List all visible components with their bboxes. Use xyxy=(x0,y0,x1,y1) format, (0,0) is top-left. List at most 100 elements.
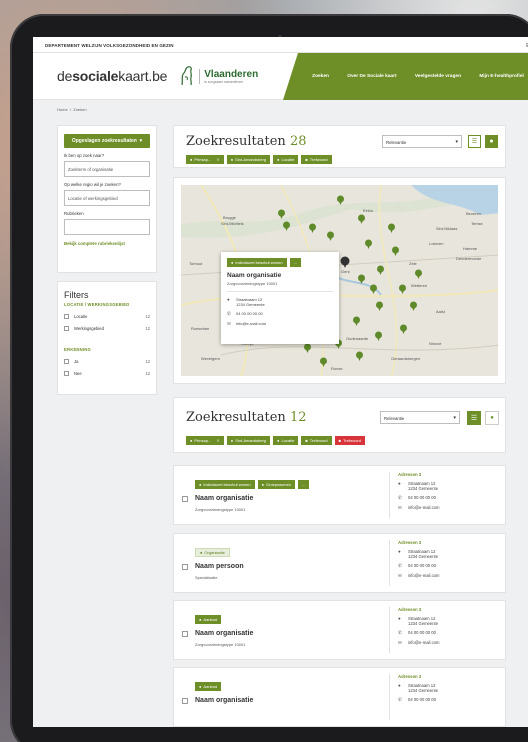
result-checkbox[interactable] xyxy=(182,564,188,570)
site-logo[interactable]: desocialekaart.be xyxy=(57,68,167,84)
phone[interactable]: ✆ 04 00 00 00 00 xyxy=(398,563,439,569)
filter-option[interactable]: Werkingsgebied 12 xyxy=(64,326,150,331)
svg-text:Wetteren: Wetteren xyxy=(411,283,427,288)
filter-tag[interactable]: ■ Trefwoord xyxy=(334,436,365,445)
address-heading[interactable]: Adressen 3 xyxy=(398,472,439,477)
filter-tag[interactable]: ● Prinsap... ✕ xyxy=(186,436,224,445)
filter-tag[interactable]: ■ Trefwoord xyxy=(301,436,332,445)
more-badge[interactable]: ... xyxy=(289,258,301,267)
map-view-button[interactable]: ● xyxy=(485,411,499,425)
pin-icon: ● xyxy=(277,157,280,162)
close-icon[interactable]: ✕ xyxy=(216,438,219,443)
phone-value: 04 00 00 00 00 xyxy=(408,697,436,702)
badge: ● Individueel beschut wonen xyxy=(227,258,287,267)
email[interactable]: ✉ info@e-mail.com xyxy=(398,640,439,646)
phone[interactable]: ✆ 04 00 00 00 00 xyxy=(398,630,439,636)
rubrieken-link[interactable]: Bekijk complete rubriekenlijst xyxy=(64,241,150,246)
filter-option[interactable]: Ja 12 xyxy=(64,359,150,364)
address-heading[interactable]: Adressen 3 xyxy=(398,674,438,679)
filter-tag-label: Trefwoord xyxy=(309,157,328,162)
checkbox[interactable] xyxy=(64,371,69,376)
filter-tag[interactable]: ● Locatie xyxy=(273,436,299,445)
more-badge[interactable]: ... xyxy=(297,480,310,489)
vlaanderen-logo[interactable]: Vlaanderen is zorgzaam samenleven xyxy=(179,65,258,87)
sort-value: Relevantie xyxy=(384,416,405,421)
filter-tag[interactable]: ● Locatie xyxy=(273,155,299,164)
location-icon: ● xyxy=(398,481,401,486)
popup-type: Zorgvoorzieningstype 10001 xyxy=(227,281,278,286)
sort-value: Relevantie xyxy=(386,140,407,145)
pin-icon: ● xyxy=(277,438,280,443)
phone[interactable]: ✆ 04 00 00 00 00 xyxy=(398,697,438,703)
filter-tag-label: Locatie xyxy=(281,438,295,443)
result-name[interactable]: Naam persoon xyxy=(195,563,244,570)
search-term-input[interactable]: Zoekterm of organisatie xyxy=(64,161,150,177)
nav-item-over[interactable]: Over De Sociale kaart xyxy=(347,74,396,79)
region-label: Op welke regio wil je zoeken? xyxy=(64,182,121,187)
pin-icon: ● xyxy=(230,157,234,162)
email[interactable]: ✉ info@e-mail.com xyxy=(398,573,439,579)
result-name[interactable]: Naam organisatie xyxy=(195,630,253,637)
svg-text:Lokeren: Lokeren xyxy=(429,241,443,246)
nav-item-profile[interactable]: Mijn E-healthprofiel xyxy=(479,74,524,79)
filter-option[interactable]: Nee 12 xyxy=(64,371,150,376)
address: ● Straatnaam 12 1234 Gemeente xyxy=(398,481,439,491)
popup-phone-value: 04 00 00 00 00 xyxy=(236,311,263,316)
result-type: Zorgvoorzieningstype 10001 xyxy=(195,642,246,647)
filter-tag[interactable]: ● Sint-Amandsberg xyxy=(226,436,271,445)
close-icon[interactable]: ✕ xyxy=(216,157,219,162)
result-name[interactable]: Naam organisatie xyxy=(195,495,253,502)
list-view-button[interactable]: ☰ xyxy=(467,411,481,425)
map-popup[interactable]: ● Individueel beschut wonen ... Naam orga… xyxy=(221,252,339,344)
map-pin-icon: ● xyxy=(490,415,494,421)
result-checkbox[interactable] xyxy=(182,698,188,704)
filter-tag[interactable]: ■ Trefwoord xyxy=(301,155,332,164)
result-card[interactable]: ● Organisatie Naam persoon Specialisatie … xyxy=(173,533,506,593)
filter-tag[interactable]: ● Sint-Amandsberg xyxy=(226,155,271,164)
checkbox[interactable] xyxy=(64,326,69,331)
site-header: desocialekaart.be Vlaanderen is zorgzaam… xyxy=(33,53,528,100)
filter-option-count: 12 xyxy=(145,359,150,364)
map-view-button[interactable]: ● xyxy=(485,135,498,148)
pin-icon: ● xyxy=(230,438,234,443)
breadcrumb: Home / Zoeken xyxy=(33,100,528,118)
checkbox[interactable] xyxy=(64,314,69,319)
popup-phone[interactable]: ✆ 04 00 00 00 00 xyxy=(227,311,333,317)
saved-results-button[interactable]: Opgeslagen zoekresultaten ▾ xyxy=(64,134,150,148)
saved-results-label: Opgeslagen zoekresultaten xyxy=(71,138,137,144)
result-card[interactable]: ● Aanbod Naam organisatie Zorgvoorziening… xyxy=(173,600,506,660)
result-name[interactable]: Naam organisatie xyxy=(195,697,253,704)
filter-option[interactable]: Locatie 12 xyxy=(64,314,150,319)
nav-item-faq[interactable]: Veelgestelde vragen xyxy=(415,74,461,79)
result-checkbox[interactable] xyxy=(182,496,188,502)
address-heading[interactable]: Adressen 3 xyxy=(398,607,439,612)
filter-tag-label: Locatie xyxy=(281,157,295,162)
result-card[interactable]: ● Aanbod Naam organisatie Adressen 3 ● Str… xyxy=(173,667,506,727)
breadcrumb-home[interactable]: Home xyxy=(57,107,68,112)
filter-tag-label: Trefwoord xyxy=(309,438,328,443)
address: ● Straatnaam 12 1234 Gemeente xyxy=(398,683,438,693)
map-canvas[interactable]: Brugge Sint-Michiels Gent Eeklo Sint-Nik… xyxy=(181,185,498,376)
result-checkbox[interactable] xyxy=(182,631,188,637)
popup-badges: ● Individueel beschut wonen ... xyxy=(227,258,333,267)
chevron-down-icon: ▾ xyxy=(139,138,143,144)
nav-item-zoeken[interactable]: Zoeken xyxy=(312,74,329,79)
pin-icon: ● xyxy=(200,550,203,555)
phone[interactable]: ✆ 04 00 00 00 00 xyxy=(398,495,439,501)
checkbox[interactable] xyxy=(64,359,69,364)
phone-value: 04 00 00 00 00 xyxy=(408,563,436,568)
email[interactable]: ✉ info@e-mail.com xyxy=(398,505,439,511)
popup-email[interactable]: ✉ info@e-mail.com xyxy=(227,321,333,327)
filter-tag-label: Prinsap... xyxy=(194,157,212,162)
sort-select[interactable]: Relevantie ▾ xyxy=(380,411,460,424)
phone-icon: ✆ xyxy=(227,311,231,316)
popup-name[interactable]: Naam organisatie xyxy=(227,272,333,279)
sort-select[interactable]: Relevantie ▾ xyxy=(382,135,462,148)
list-view-button[interactable]: ☰ xyxy=(468,135,481,148)
result-card[interactable]: ● Individueel beschut wonen ● Groepswonen … xyxy=(173,465,506,525)
rubrieken-input[interactable] xyxy=(64,219,150,235)
region-input[interactable]: Locatie of werkingsgebied xyxy=(64,190,150,206)
address-heading[interactable]: Adressen 3 xyxy=(398,540,439,545)
filter-option-label: Nee xyxy=(74,371,82,376)
filter-tag[interactable]: ● Prinsap... ✕ xyxy=(186,155,224,164)
